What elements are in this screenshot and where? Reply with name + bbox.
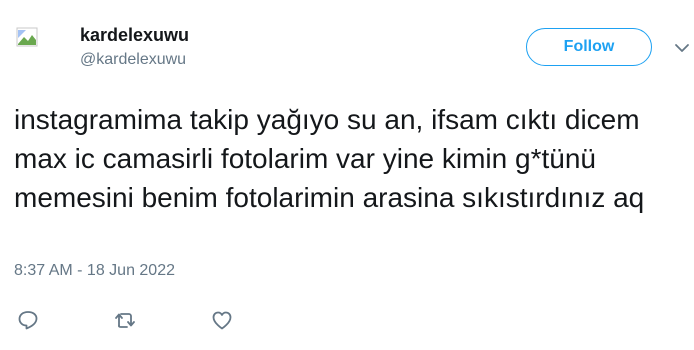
broken-image-icon: [16, 27, 38, 47]
user-handle[interactable]: @kardelexuwu: [80, 50, 189, 70]
avatar[interactable]: [10, 16, 66, 72]
retweet-icon[interactable]: [113, 308, 137, 332]
user-names: kardelexuwu @kardelexuwu: [80, 24, 189, 70]
chevron-down-icon[interactable]: [672, 38, 692, 58]
tweet-actions: [0, 308, 694, 336]
tweet-text: instagramima takip yağıyo su an, ifsam c…: [14, 104, 645, 213]
reply-icon[interactable]: [16, 308, 40, 332]
like-icon[interactable]: [210, 308, 234, 332]
display-name[interactable]: kardelexuwu: [80, 24, 189, 46]
tweet-timestamp[interactable]: 8:37 AM - 18 Jun 2022: [14, 262, 175, 280]
follow-button[interactable]: Follow: [526, 28, 652, 66]
